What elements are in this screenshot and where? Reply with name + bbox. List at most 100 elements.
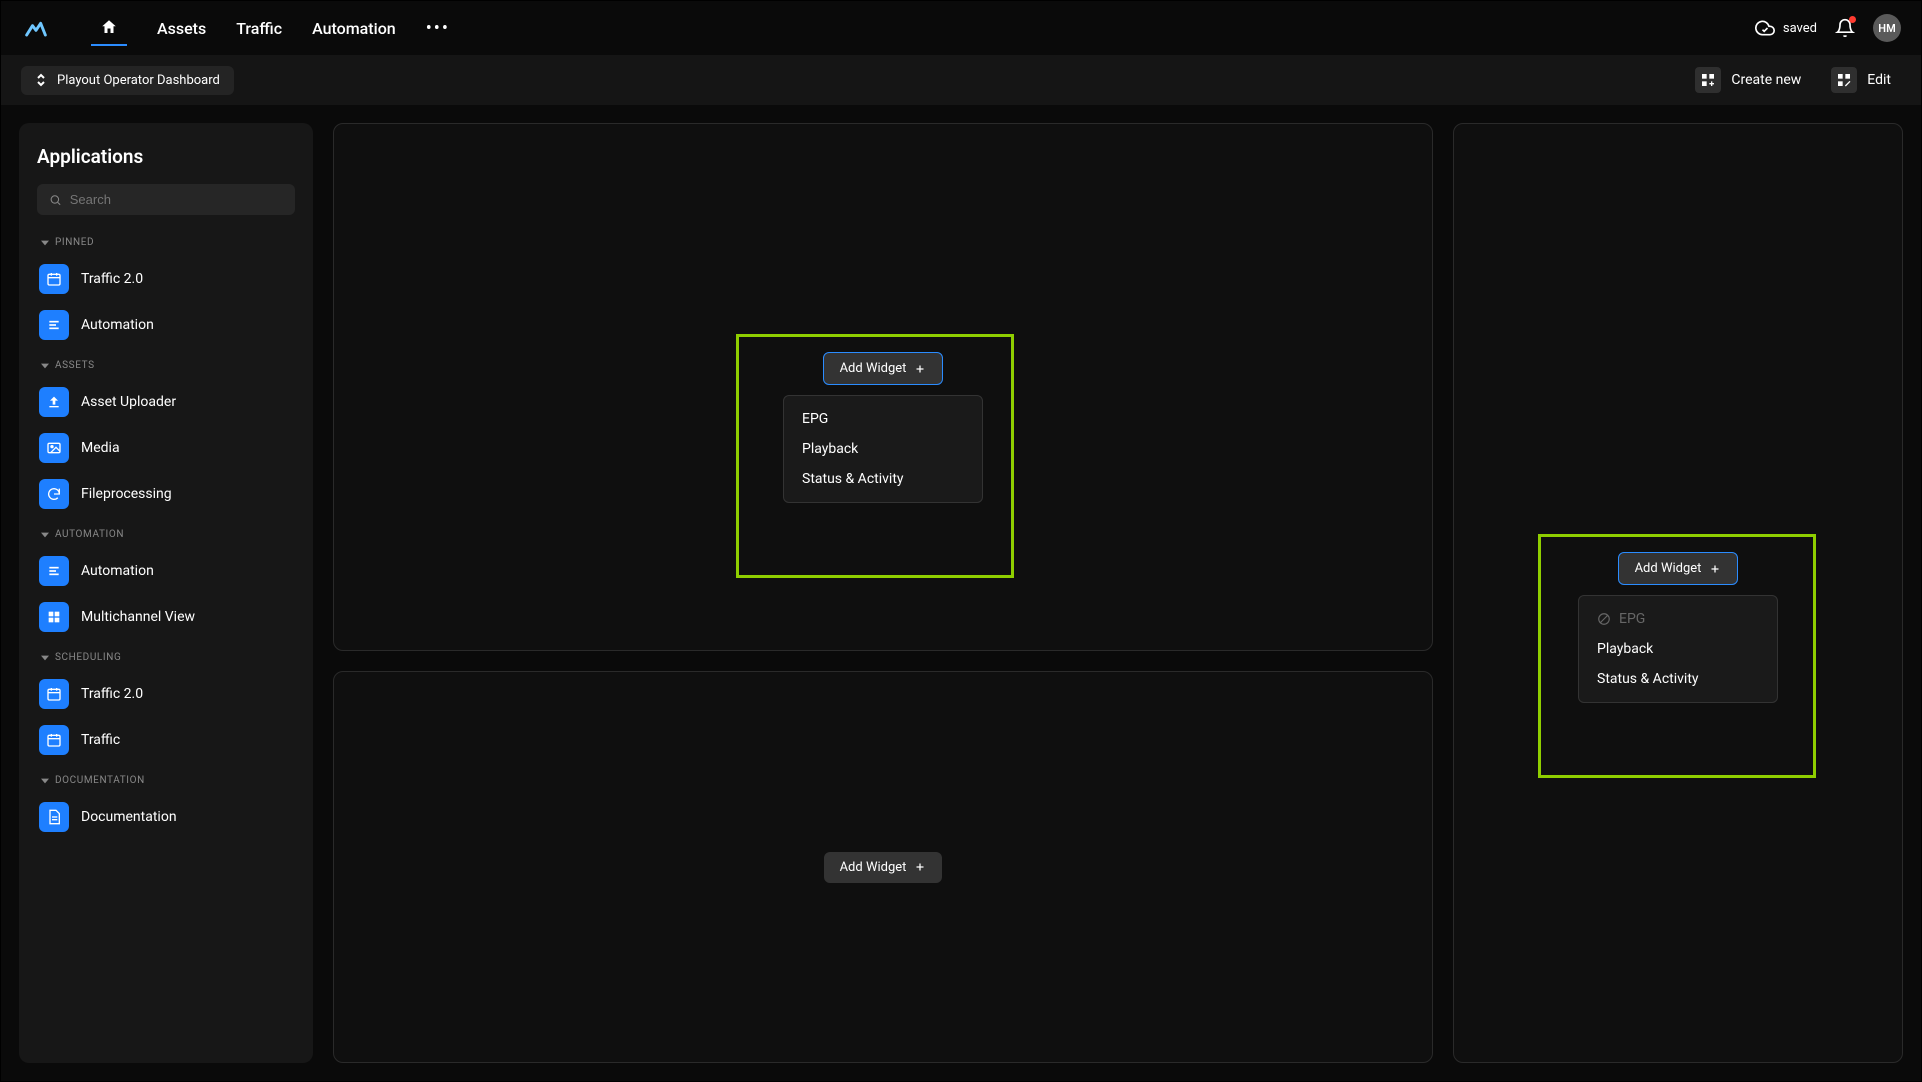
nav-more-button[interactable]: ••• <box>426 18 450 39</box>
dashboard-name: Playout Operator Dashboard <box>57 73 220 88</box>
sidebar-item-label: Automation <box>81 563 154 579</box>
add-widget-label: Add Widget <box>840 361 907 376</box>
plus-icon <box>914 363 926 375</box>
menu-item-label: Status & Activity <box>1597 671 1699 687</box>
avatar[interactable]: HM <box>1873 14 1901 42</box>
edit-label: Edit <box>1867 72 1891 88</box>
dashboard-content: Add Widget EPGPlaybackStatus & Activity … <box>333 123 1903 1063</box>
plus-icon <box>1709 563 1721 575</box>
logo-icon <box>21 13 51 43</box>
calendar-icon <box>39 725 69 755</box>
sidebar-item-label: Documentation <box>81 809 177 825</box>
nav-right: saved HM <box>1755 14 1901 42</box>
edit-button[interactable]: Edit <box>1821 61 1901 99</box>
cloud-check-icon <box>1755 18 1775 38</box>
add-widget-label: Add Widget <box>840 860 907 875</box>
disabled-icon <box>1597 612 1611 626</box>
widget-menu-item[interactable]: Status & Activity <box>1579 664 1777 694</box>
sidebar-item[interactable]: Fileprocessing <box>37 473 295 515</box>
add-widget-menu-1: EPG Playback Status & Activity <box>783 395 983 503</box>
sidebar-item-label: Multichannel View <box>81 609 195 625</box>
section-label: PINNED <box>55 237 94 248</box>
add-widget-button-3[interactable]: Add Widget <box>824 852 943 883</box>
chevron-down-icon <box>41 239 49 247</box>
menu-item-label: Playback <box>1597 641 1653 657</box>
saved-label: saved <box>1783 21 1817 36</box>
sidebar-item[interactable]: Traffic 2.0 <box>37 258 295 300</box>
sidebar-item[interactable]: Documentation <box>37 796 295 838</box>
section-label: SCHEDULING <box>55 652 121 663</box>
calendar-icon <box>39 264 69 294</box>
plus-icon <box>914 861 926 873</box>
section-header[interactable]: SCHEDULING <box>41 652 295 663</box>
main-area: Applications PINNED Traffic 2.0 Automation… <box>1 105 1921 1081</box>
create-new-button[interactable]: Create new <box>1685 61 1811 99</box>
sidebar-item[interactable]: Traffic <box>37 719 295 761</box>
sidebar-item[interactable]: Automation <box>37 304 295 346</box>
sidebar-item-label: Traffic <box>81 732 120 748</box>
nav-traffic[interactable]: Traffic <box>236 19 282 38</box>
widget-menu-item[interactable]: Playback <box>1579 634 1777 664</box>
menu-item-label: EPG <box>1619 611 1645 627</box>
sidebar-item[interactable]: Asset Uploader <box>37 381 295 423</box>
sidebar-title: Applications <box>37 145 295 168</box>
saved-indicator: saved <box>1755 18 1817 38</box>
section-label: AUTOMATION <box>55 529 124 540</box>
sidebar-item[interactable]: Traffic 2.0 <box>37 673 295 715</box>
add-widget-label: Add Widget <box>1635 561 1702 576</box>
sidebar-item-label: Automation <box>81 317 154 333</box>
panel-right[interactable]: Add Widget EPG Playback Status & Activity <box>1453 123 1903 1063</box>
widget-menu-item: EPG <box>1579 604 1777 634</box>
sidebar-item-label: Media <box>81 440 120 456</box>
notification-dot-icon <box>1849 16 1856 23</box>
section-label: DOCUMENTATION <box>55 775 145 786</box>
doc-icon <box>39 802 69 832</box>
sidebar-item-label: Traffic 2.0 <box>81 271 143 287</box>
create-new-label: Create new <box>1731 72 1801 88</box>
grid-icon <box>39 602 69 632</box>
sidebar-item-label: Asset Uploader <box>81 394 176 410</box>
notifications-button[interactable] <box>1835 18 1855 38</box>
panel-top-left[interactable]: Add Widget EPG Playback Status & Activity <box>333 123 1433 651</box>
applications-sidebar: Applications PINNED Traffic 2.0 Automation… <box>19 123 313 1063</box>
section-label: ASSETS <box>55 360 95 371</box>
section-header[interactable]: AUTOMATION <box>41 529 295 540</box>
menu-item-label: Status & Activity <box>802 471 904 487</box>
sub-toolbar: Playout Operator Dashboard Create new Ed… <box>1 55 1921 105</box>
sidebar-item[interactable]: Automation <box>37 550 295 592</box>
dashboard-plus-icon <box>1700 72 1716 88</box>
calendar-icon <box>39 679 69 709</box>
upload-icon <box>39 387 69 417</box>
sidebar-item[interactable]: Multichannel View <box>37 596 295 638</box>
sidebar-search[interactable] <box>37 184 295 215</box>
list-icon <box>39 556 69 586</box>
add-widget-menu-2: EPG Playback Status & Activity <box>1578 595 1778 703</box>
widget-menu-item[interactable]: Status & Activity <box>784 464 982 494</box>
list-icon <box>39 310 69 340</box>
chevron-down-icon <box>41 654 49 662</box>
chevron-down-icon <box>41 531 49 539</box>
home-button[interactable] <box>91 10 127 46</box>
home-icon <box>100 18 118 36</box>
sidebar-item-label: Fileprocessing <box>81 486 172 502</box>
top-nav: Assets Traffic Automation ••• saved HM <box>1 1 1921 55</box>
add-widget-button-2[interactable]: Add Widget <box>1618 552 1739 585</box>
nav-items: Assets Traffic Automation ••• <box>91 10 450 46</box>
section-header[interactable]: PINNED <box>41 237 295 248</box>
section-header[interactable]: DOCUMENTATION <box>41 775 295 786</box>
panel-bottom-left[interactable]: Add Widget <box>333 671 1433 1063</box>
nav-automation[interactable]: Automation <box>312 19 396 38</box>
nav-assets[interactable]: Assets <box>157 19 206 38</box>
dashboard-selector[interactable]: Playout Operator Dashboard <box>21 66 234 95</box>
sync-icon <box>39 479 69 509</box>
menu-item-label: EPG <box>802 411 828 427</box>
add-widget-button-1[interactable]: Add Widget <box>823 352 944 385</box>
sidebar-item[interactable]: Media <box>37 427 295 469</box>
widget-menu-item[interactable]: EPG <box>784 404 982 434</box>
widget-menu-item[interactable]: Playback <box>784 434 982 464</box>
menu-item-label: Playback <box>802 441 858 457</box>
search-input[interactable] <box>70 192 283 207</box>
search-icon <box>49 193 62 207</box>
sidebar-item-label: Traffic 2.0 <box>81 686 143 702</box>
section-header[interactable]: ASSETS <box>41 360 295 371</box>
